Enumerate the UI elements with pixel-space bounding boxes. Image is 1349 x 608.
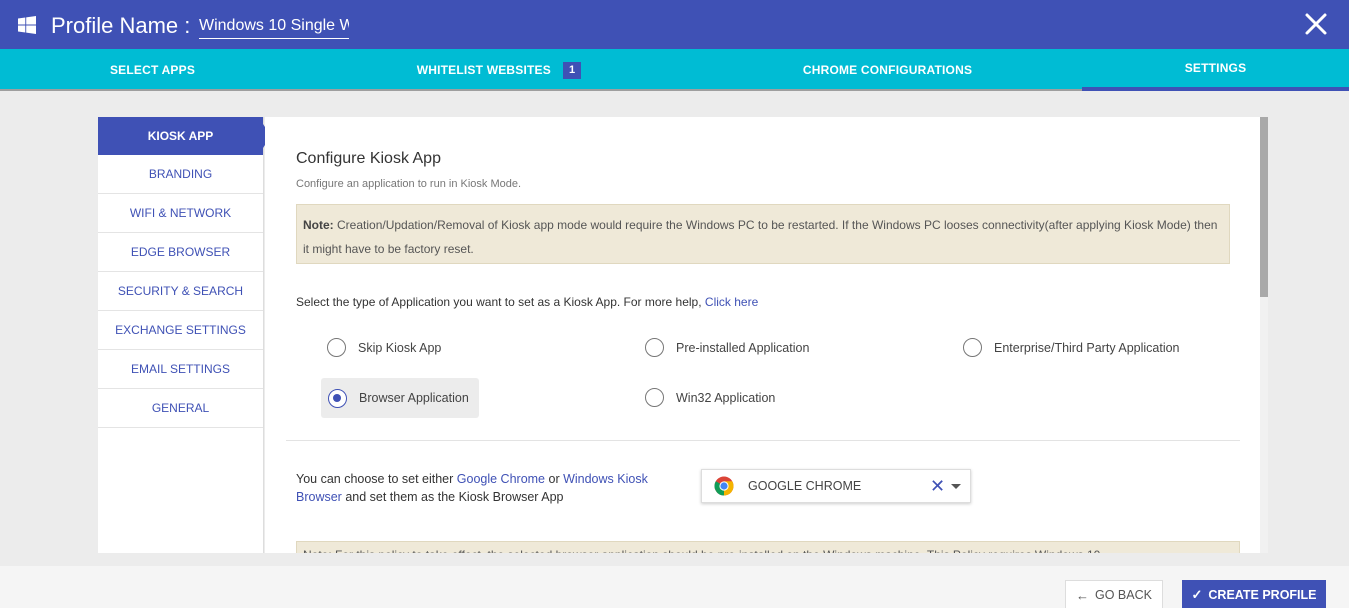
radio-label: Enterprise/Third Party Application (994, 340, 1180, 355)
go-back-button[interactable]: ← GO BACK (1065, 580, 1163, 608)
kiosk-app-panel: Configure Kiosk App Configure an applica… (265, 117, 1260, 553)
sidebar-item-exchange-settings[interactable]: EXCHANGE SETTINGS (98, 311, 263, 350)
radio-label: Skip Kiosk App (358, 340, 442, 355)
dropdown-selected-value: GOOGLE CHROME (748, 479, 862, 493)
restart-warning-note: Note: Creation/Updation/Removal of Kiosk… (296, 204, 1230, 264)
sidebar-item-edge-browser[interactable]: EDGE BROWSER (98, 233, 263, 272)
page-subtitle: Configure an application to run in Kiosk… (296, 178, 522, 190)
radio-label: Browser Application (359, 391, 469, 405)
profile-name-input[interactable] (199, 14, 349, 39)
tab-chrome-configurations[interactable]: CHROME CONFIGURATIONS (693, 49, 1082, 91)
windows-icon (18, 16, 36, 34)
clear-selection-icon[interactable]: ✕ (930, 477, 945, 495)
sidebar-item-kiosk-app[interactable]: KIOSK APP (98, 117, 271, 155)
whitelist-count-badge: 1 (562, 61, 582, 79)
browser-choice-description: You can choose to set either Google Chro… (296, 470, 686, 506)
sidebar-item-label: KIOSK APP (147, 129, 214, 143)
note-text: Creation/Updation/Removal of Kiosk app m… (303, 218, 1218, 256)
radio-circle[interactable] (327, 338, 346, 357)
sidebar-item-label: EMAIL SETTINGS (131, 362, 230, 376)
section-divider (286, 440, 1240, 441)
sidebar-item-label: EDGE BROWSER (130, 245, 231, 259)
browser-text: You can choose to set either (296, 472, 457, 486)
create-profile-label: CREATE PROFILE (1208, 588, 1317, 602)
sidebar-item-label: SECURITY & SEARCH (117, 284, 244, 298)
tab-label: SELECT APPS (109, 63, 196, 77)
sidebar-item-label: WIFI & NETWORK (129, 206, 232, 220)
browser-preinstall-note: Note: For this policy to take effect, th… (296, 541, 1240, 553)
tab-select-apps[interactable]: SELECT APPS (0, 49, 305, 91)
double-check-icon: ✓ (1191, 587, 1203, 602)
sidebar-item-general[interactable]: GENERAL (98, 389, 263, 428)
radio-circle-checked[interactable] (328, 388, 347, 408)
sidebar-item-email-settings[interactable]: EMAIL SETTINGS (98, 350, 263, 389)
note-label: Note: (303, 218, 334, 232)
tab-settings[interactable]: SETTINGS (1082, 49, 1349, 91)
radio-circle[interactable] (963, 338, 982, 357)
google-chrome-link[interactable]: Google Chrome (457, 472, 545, 486)
scrollbar-thumb[interactable] (1260, 117, 1268, 297)
browser-text: and set them as the Kiosk Browser App (341, 490, 564, 504)
app-type-prompt: Select the type of Application you want … (296, 295, 758, 309)
content-scrollbar[interactable] (1260, 117, 1268, 553)
radio-label: Win32 Application (676, 390, 776, 405)
create-profile-button[interactable]: ✓ CREATE PROFILE (1182, 580, 1326, 608)
tab-bar: SELECT APPS WHITELIST WEBSITES 1 CHROME … (0, 49, 1349, 91)
app-type-prompt-text: Select the type of Application you want … (296, 295, 705, 309)
tab-whitelist-websites[interactable]: WHITELIST WEBSITES 1 (305, 49, 693, 91)
sidebar-item-branding[interactable]: BRANDING (98, 155, 263, 194)
tab-label: CHROME CONFIGURATIONS (802, 63, 973, 77)
sidebar-item-wifi-network[interactable]: WIFI & NETWORK (98, 194, 263, 233)
radio-pre-installed-application[interactable]: Pre-installed Application (645, 338, 809, 357)
chevron-down-icon[interactable] (951, 484, 961, 489)
arrow-left-icon: ← (1076, 587, 1090, 603)
close-icon[interactable] (1303, 11, 1329, 37)
profile-name-label: Profile Name : (51, 13, 191, 38)
tab-label: SETTINGS (1184, 61, 1247, 75)
help-link[interactable]: Click here (705, 295, 758, 309)
sidebar-item-security-search[interactable]: SECURITY & SEARCH (98, 272, 263, 311)
app-header: Profile Name : (0, 0, 1349, 49)
settings-sidebar: KIOSK APP BRANDING WIFI & NETWORK EDGE B… (98, 117, 271, 553)
radio-browser-application[interactable]: Browser Application (321, 378, 479, 418)
go-back-label: GO BACK (1095, 588, 1152, 602)
radio-enterprise-third-party-application[interactable]: Enterprise/Third Party Application (963, 338, 1180, 357)
browser-select-dropdown[interactable]: GOOGLE CHROME ✕ (701, 469, 971, 503)
radio-label: Pre-installed Application (676, 340, 810, 355)
sidebar-item-label: EXCHANGE SETTINGS (115, 323, 246, 337)
browser-text: or (545, 472, 564, 486)
sidebar-item-label: BRANDING (148, 167, 213, 181)
radio-circle[interactable] (645, 388, 664, 407)
sidebar-item-label: GENERAL (151, 401, 210, 415)
tab-label: WHITELIST WEBSITES (416, 63, 551, 77)
radio-circle[interactable] (645, 338, 664, 357)
chrome-icon (714, 476, 734, 496)
radio-win32-application[interactable]: Win32 Application (645, 388, 775, 407)
page-title: Configure Kiosk App (296, 150, 441, 167)
radio-skip-kiosk-app[interactable]: Skip Kiosk App (327, 338, 441, 357)
